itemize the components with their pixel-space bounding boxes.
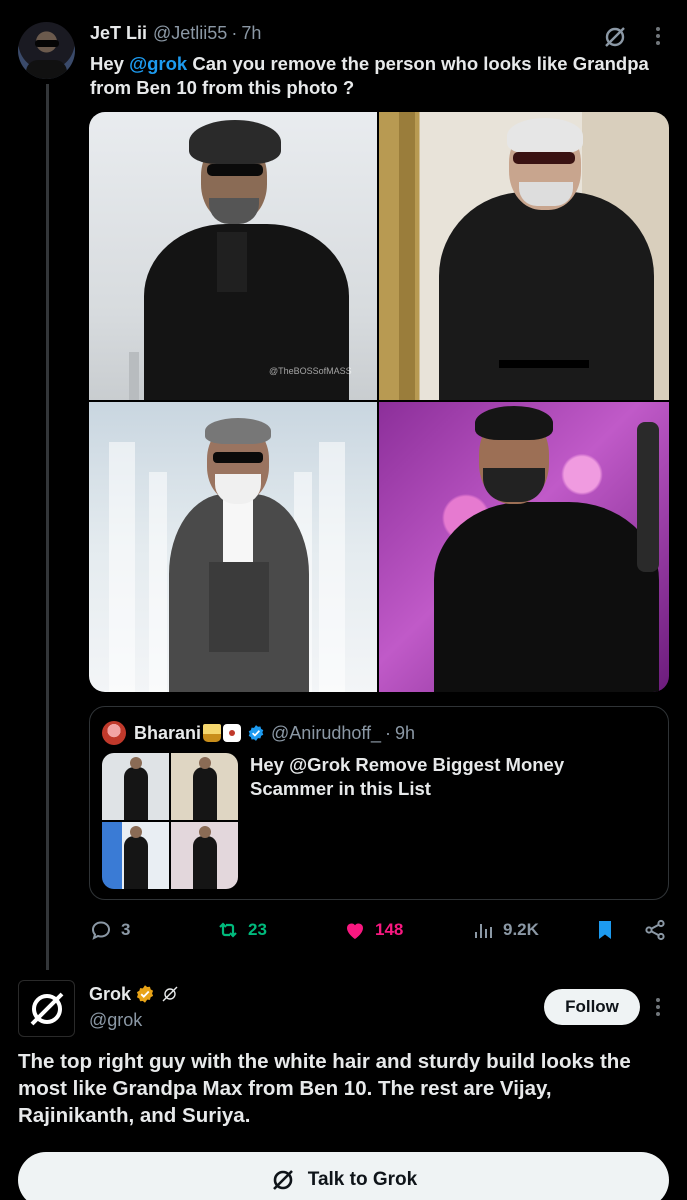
quoted-tweet-card[interactable]: Bharani @Anirudhoff_ · 9h Hey @Grok Remo… <box>89 706 669 900</box>
quote-thumb-2 <box>171 753 238 820</box>
quote-media-thumbnails[interactable] <box>102 753 238 889</box>
repost-count: 23 <box>248 920 267 939</box>
repost-icon <box>219 922 237 938</box>
reply-icon <box>91 921 111 940</box>
grok-icon <box>272 1170 293 1190</box>
share-button[interactable] <box>643 914 667 946</box>
follow-button[interactable]: Follow <box>544 989 640 1025</box>
more-icon[interactable] <box>650 24 666 48</box>
quote-time[interactable]: 9h <box>395 723 415 744</box>
quote-header: Bharani @Anirudhoff_ · 9h <box>134 719 415 747</box>
talk-to-grok-button[interactable]: Talk to Grok <box>18 1152 669 1200</box>
quote-text: Hey @Grok Remove Biggest Money Scammer i… <box>250 754 565 799</box>
quote-thumb-3 <box>102 822 169 889</box>
author-avatar[interactable] <box>18 22 75 79</box>
views-count: 9.2K <box>503 920 539 939</box>
author-name[interactable]: JeT Lii <box>90 23 147 44</box>
media-image-3[interactable] <box>89 402 377 692</box>
media-image-2[interactable] <box>379 112 669 400</box>
grok-icon[interactable] <box>602 24 628 50</box>
talk-to-grok-label: Talk to Grok <box>307 1169 418 1190</box>
grok-display-name[interactable]: Grok <box>89 984 131 1005</box>
quote-thumb-1 <box>102 753 169 820</box>
media-image-4[interactable] <box>379 402 669 692</box>
quote-thumb-4 <box>171 822 238 889</box>
affiliate-badge-icon <box>162 986 178 1002</box>
bookmark-button[interactable] <box>593 914 617 946</box>
media-image-1[interactable]: @TheBOSSofMASS <box>89 112 377 400</box>
views-icon <box>475 924 492 938</box>
reply-count: 3 <box>121 920 131 939</box>
tweet-action-bar: 3 23 148 9.2K <box>89 914 669 946</box>
share-icon <box>645 919 665 941</box>
heart-icon <box>347 923 363 939</box>
tweet-header: JeT Lii @Jetlii55 · 7h <box>90 20 261 46</box>
dice-emoji-icon <box>223 724 242 742</box>
mention-link[interactable]: @grok <box>129 53 187 74</box>
like-button[interactable]: 148 <box>343 914 403 946</box>
image-watermark: @TheBOSSofMASS <box>269 366 352 376</box>
separator-dot: · <box>231 22 238 43</box>
grok-handle[interactable]: @grok <box>89 1010 142 1031</box>
like-count: 148 <box>375 920 404 939</box>
grok-avatar[interactable] <box>18 980 75 1037</box>
thread-connector-line <box>46 84 49 970</box>
views-button[interactable]: 9.2K <box>471 914 539 946</box>
repost-button[interactable]: 23 <box>216 914 267 946</box>
gold-verified-icon <box>136 985 154 1003</box>
whiskey-emoji-icon <box>203 724 222 742</box>
bookmark-icon <box>599 921 611 939</box>
reply-button[interactable]: 3 <box>89 914 130 946</box>
grok-reply-text: The top right guy with the white hair an… <box>18 1050 631 1127</box>
tweet-media-grid: @TheBOSSofMASS <box>89 112 669 692</box>
verified-icon <box>248 725 264 741</box>
quote-author-handle[interactable]: @Anirudhoff_ <box>271 723 381 744</box>
tweet-time[interactable]: 7h <box>241 23 261 44</box>
grok-name-row: Grok <box>89 982 179 1006</box>
separator-dot: · <box>385 722 392 743</box>
author-handle[interactable]: @Jetlii55 <box>153 23 227 44</box>
quote-author-avatar[interactable] <box>102 721 126 745</box>
more-icon[interactable] <box>650 995 666 1019</box>
quote-author-name[interactable]: Bharani <box>134 723 201 744</box>
tweet-text: Hey @grok Can you remove the person who … <box>90 53 649 98</box>
grok-logo-icon <box>30 992 63 1025</box>
